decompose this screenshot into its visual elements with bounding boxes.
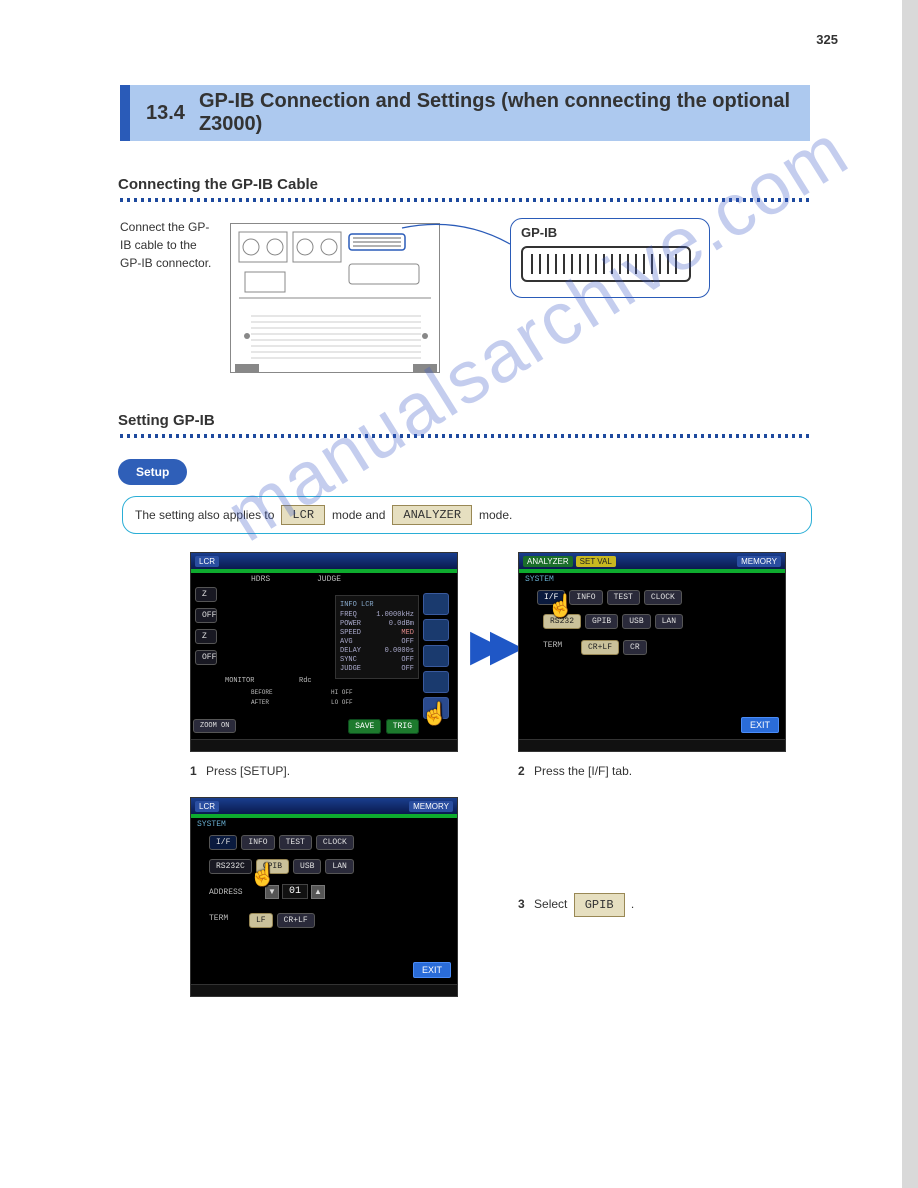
hi-off: HI OFF	[331, 689, 353, 696]
rdc-label: Rdc	[299, 677, 312, 685]
addr-label: ADDRESS	[209, 888, 243, 897]
shot-a-title: LCR	[195, 556, 219, 567]
lf-btn[interactable]: LF	[249, 913, 273, 928]
mode-note-post: mode.	[479, 508, 512, 522]
side-icon-4[interactable]	[423, 671, 449, 693]
usb-btn[interactable]: USB	[622, 614, 650, 629]
param-z-2[interactable]: Z	[195, 629, 217, 644]
save-button[interactable]: SAVE	[348, 719, 381, 734]
rule-1	[120, 198, 810, 202]
lo-off: LO OFF	[331, 699, 353, 706]
hand-icon-1	[421, 701, 447, 731]
step-3-num: 3	[518, 897, 525, 911]
heading-setting: Setting GP-IB	[118, 412, 215, 429]
zoom-on-button[interactable]: ZOOM ON	[193, 719, 236, 733]
gpib-callout-label: GP-IB	[521, 225, 699, 240]
trig-button[interactable]: TRIG	[386, 719, 419, 734]
mode-note-pre: The setting also applies to	[135, 508, 274, 522]
gpib-callout: GP-IB	[510, 218, 710, 298]
step-1: 1 Press [SETUP].	[190, 762, 290, 780]
usb-btn-c[interactable]: USB	[293, 859, 321, 874]
hand-icon-2	[547, 593, 573, 623]
lan-btn[interactable]: LAN	[655, 614, 683, 629]
side-icon-1[interactable]	[423, 593, 449, 615]
tab-clock-c[interactable]: CLOCK	[316, 835, 354, 850]
step-2-text: Press the [I/F] tab.	[534, 764, 632, 778]
setup-pill: Setup	[118, 459, 187, 485]
mode-note-mid: mode and	[332, 508, 385, 522]
gpib-connector-icon	[521, 246, 691, 282]
analyzer-chip: ANALYZER	[392, 505, 472, 525]
tab-if-c[interactable]: I/F	[209, 835, 237, 850]
tab-info[interactable]: INFO	[569, 590, 602, 605]
mode-note: The setting also applies to LCR mode and…	[122, 496, 812, 534]
crlf-btn[interactable]: CR+LF	[581, 640, 619, 655]
exit-btn-c[interactable]: EXIT	[413, 962, 451, 978]
hdrs-label: HDRS	[251, 575, 270, 584]
shot-c-title: LCR	[195, 801, 219, 812]
section-banner: 13.4 GP-IB Connection and Settings (when…	[120, 85, 810, 141]
shot-c-memory: MEMORY	[409, 801, 453, 812]
side-icon-3[interactable]	[423, 645, 449, 667]
side-icon-2[interactable]	[423, 619, 449, 641]
param-off-1[interactable]: OFF	[195, 608, 217, 623]
judge-label: JUDGE	[317, 575, 341, 584]
step-3-pre: Select	[534, 897, 571, 911]
screenshot-lcr-if: LCR MEMORY SYSTEM I/F INFO TEST CLOCK RS…	[190, 797, 458, 997]
info-panel: INFO LCR FREQ1.0000kHz POWER0.0dBm SPEED…	[335, 595, 419, 679]
step-3-post: .	[631, 897, 634, 911]
section-number: 13.4	[146, 102, 185, 125]
info-title: INFO LCR	[340, 601, 414, 609]
gpib-btn[interactable]: GPIB	[585, 614, 618, 629]
step-1-num: 1	[190, 764, 197, 778]
after-label: AFTER	[251, 699, 269, 706]
term-label-c: TERM	[209, 914, 228, 923]
shot-b-pill: SET VAL	[576, 556, 616, 567]
callout-line	[400, 218, 520, 248]
tab-info-c[interactable]: INFO	[241, 835, 274, 850]
tab-test[interactable]: TEST	[607, 590, 640, 605]
tab-clock[interactable]: CLOCK	[644, 590, 682, 605]
screenshot-analyzer-if: ANALYZER SET VAL MEMORY SYSTEM I/F INFO …	[518, 552, 786, 752]
arrow-icon: ▶▶	[470, 620, 510, 671]
rs232c-btn[interactable]: RS232C	[209, 859, 252, 874]
screenshot-lcr-main: LCR HDRS JUDGE Z OFF Z OFF ZOOM ON SAVE …	[190, 552, 458, 752]
gpib-chip: GPIB	[574, 893, 625, 917]
rule-2	[120, 434, 810, 438]
step-2: 2 Press the [I/F] tab.	[518, 762, 632, 780]
step-1-text: Press [SETUP].	[206, 764, 290, 778]
side-margin	[902, 0, 918, 1188]
addr-up[interactable]: ▲	[311, 885, 325, 899]
cr-btn[interactable]: CR	[623, 640, 647, 655]
shot-b-memory: MEMORY	[737, 556, 781, 567]
param-z-1[interactable]: Z	[195, 587, 217, 602]
tab-test-c[interactable]: TEST	[279, 835, 312, 850]
shot-b-section: SYSTEM	[525, 575, 554, 584]
lcr-chip: LCR	[281, 505, 325, 525]
step-3: 3 Select GPIB .	[518, 893, 634, 917]
shot-b-title: ANALYZER	[523, 556, 573, 567]
lan-btn-c[interactable]: LAN	[325, 859, 353, 874]
addr-value: 01	[282, 884, 308, 899]
hand-icon-3	[249, 862, 275, 892]
section-title: GP-IB Connection and Settings (when conn…	[199, 90, 810, 136]
crlf-btn-c[interactable]: CR+LF	[277, 913, 315, 928]
page-number: 325	[816, 32, 838, 47]
step-2-num: 2	[518, 764, 525, 778]
connect-instruction: Connect the GP-IB cable to the GP-IB con…	[120, 218, 220, 272]
param-off-2[interactable]: OFF	[195, 650, 217, 665]
term-label-b: TERM	[543, 641, 562, 650]
before-label: BEFORE	[251, 689, 273, 696]
exit-btn-b[interactable]: EXIT	[741, 717, 779, 733]
heading-connecting: Connecting the GP-IB Cable	[118, 176, 318, 193]
shot-c-section: SYSTEM	[197, 820, 226, 829]
